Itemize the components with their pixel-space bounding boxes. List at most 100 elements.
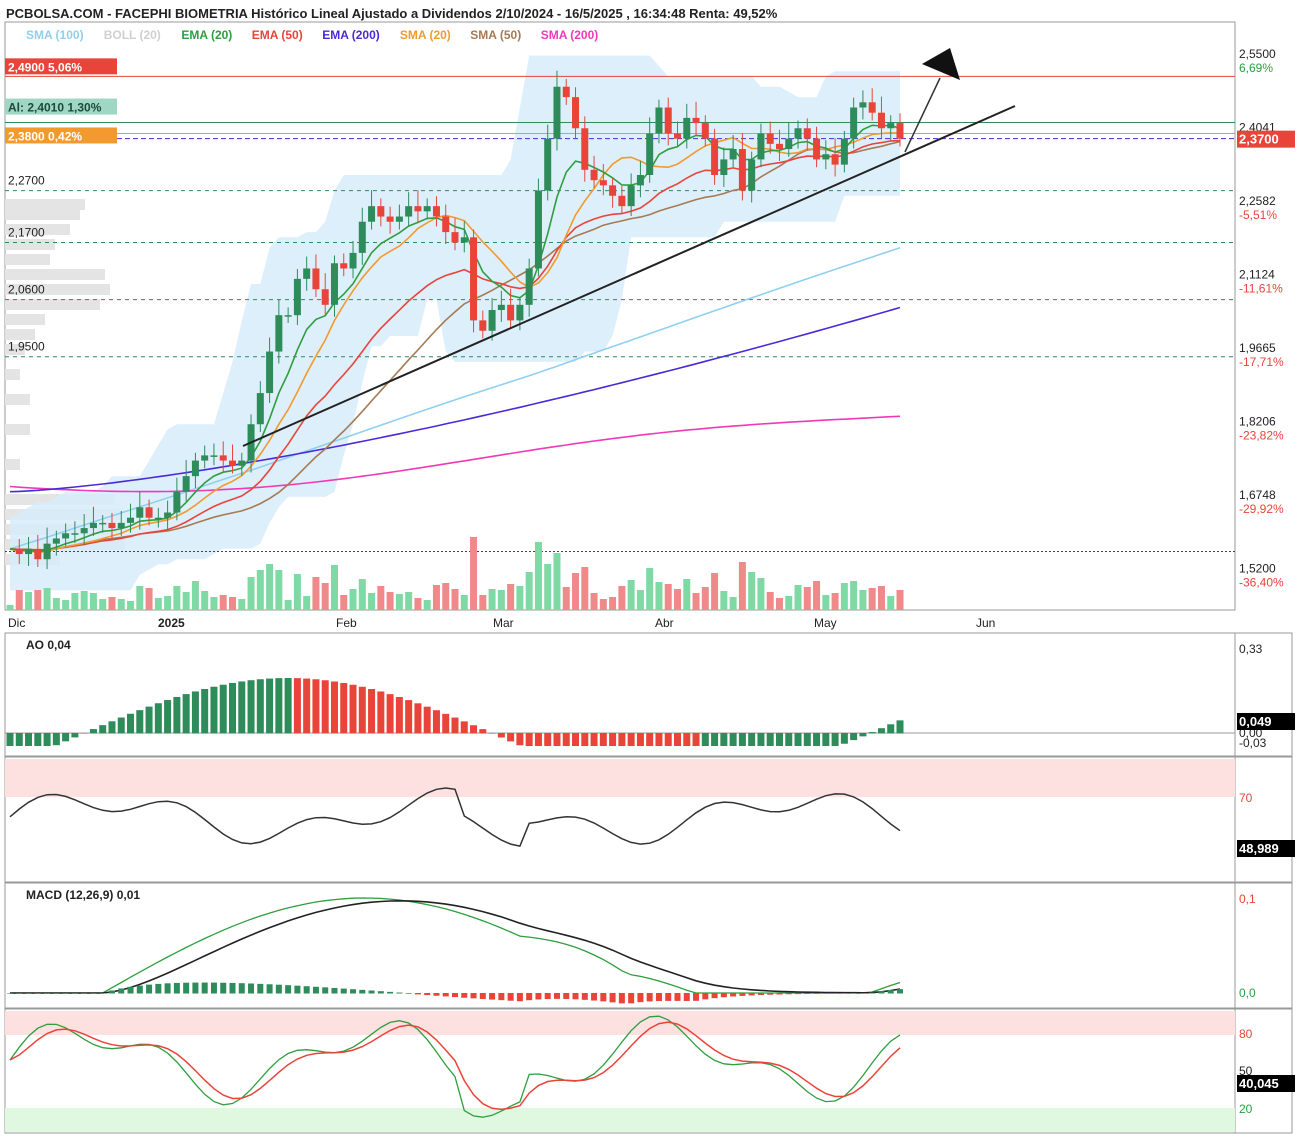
rsi-tick: 70: [1239, 791, 1253, 805]
volume-bar: [71, 593, 79, 610]
legend-item-sma20: SMA (20): [400, 28, 451, 42]
macd-histogram-bar: [34, 993, 41, 994]
support-level-label: 2,0600: [8, 283, 45, 297]
macd-histogram-bar: [693, 993, 700, 1001]
ao-bar: [831, 733, 839, 746]
volume-bar: [738, 562, 746, 610]
price-tag-label: 2,3800 0,42%: [8, 129, 82, 143]
candle-body: [757, 133, 765, 160]
macd-histogram-bar: [581, 993, 588, 1000]
ao-bar: [43, 733, 51, 746]
volume-bar: [340, 595, 348, 610]
ao-bar: [377, 691, 385, 734]
volume-bar: [803, 587, 811, 610]
volume-profile-bar: [5, 369, 20, 380]
panel-title-ao: AO 0,04: [26, 638, 71, 652]
macd-histogram-bar: [118, 988, 125, 994]
sto-overbought-zone: [5, 1011, 1235, 1035]
macd-histogram-bar: [526, 993, 533, 1001]
volume-profile-bar: [5, 269, 105, 280]
candle-body: [813, 138, 821, 160]
volume-bar: [405, 592, 413, 610]
candle-body: [368, 206, 376, 222]
ao-tick: -0,03: [1239, 736, 1267, 750]
volume-bar: [127, 601, 135, 610]
ao-bar: [599, 733, 607, 746]
volume-bar: [729, 597, 737, 610]
ao-bar: [674, 733, 681, 746]
rsi-last-label: 48,989: [1239, 841, 1279, 856]
candle-body: [293, 278, 301, 316]
ao-bar: [655, 733, 663, 746]
macd-histogram-bar: [887, 989, 894, 994]
macd-histogram-bar: [368, 990, 375, 994]
ao-bar: [442, 713, 450, 734]
volume-profile-bar: [5, 459, 20, 470]
volume-bar: [618, 586, 626, 610]
candle-body: [803, 128, 811, 139]
ao-bar: [182, 694, 190, 734]
volume-bar: [117, 599, 125, 610]
ao-bar: [609, 733, 617, 746]
candle-body: [238, 460, 246, 466]
x-axis-label: Feb: [336, 616, 357, 630]
macd-histogram-bar: [62, 993, 69, 994]
candle-body: [136, 507, 144, 518]
macd-histogram-bar: [192, 982, 199, 994]
x-axis-label: Dic: [8, 616, 25, 630]
volume-bar: [284, 600, 292, 610]
volume-bar: [368, 593, 376, 610]
macd-histogram-bar: [739, 993, 746, 996]
volume-bar: [395, 594, 403, 610]
rsi-overbought-zone: [5, 759, 1235, 797]
ao-last-label: 0,049: [1239, 714, 1272, 729]
ao-bar: [266, 678, 274, 734]
axis-price-label: 2,5500: [1239, 47, 1276, 61]
volume-bar: [136, 586, 144, 610]
candle-body: [887, 123, 895, 129]
volume-bar: [683, 579, 691, 610]
page-title: PCBOLSA.COM - FACEPHI BIOMETRIA Históric…: [6, 6, 778, 21]
macd-histogram-bar: [516, 993, 523, 1002]
sto-d-line: [9, 1021, 901, 1111]
volume-bar: [154, 598, 162, 610]
ao-bar: [238, 681, 246, 734]
ao-bar: [590, 733, 598, 746]
candle-body: [89, 522, 97, 529]
candle-body: [599, 180, 607, 186]
macd-histogram-bar: [461, 993, 468, 998]
macd-histogram-bar: [25, 993, 32, 994]
macd-histogram-bar: [674, 993, 681, 1001]
ao-bar: [432, 710, 440, 734]
macd-histogram-bar: [442, 993, 449, 997]
macd-signal-line: [10, 899, 901, 994]
ao-bar: [89, 729, 97, 734]
volume-bar: [711, 573, 719, 610]
candle-body: [127, 517, 135, 523]
ao-bar: [80, 733, 88, 734]
macd-histogram-bar: [340, 988, 347, 994]
candle-body: [711, 138, 719, 175]
volume-bar: [25, 592, 33, 610]
candle-body: [405, 206, 413, 217]
legend-item-boll: BOLL (20): [104, 28, 161, 42]
volume-bar: [525, 572, 533, 610]
chart-canvas: PCBOLSA.COM - FACEPHI BIOMETRIA Históric…: [4, 6, 1295, 1134]
volume-bar: [173, 586, 181, 610]
macd-tick: 0,1: [1239, 892, 1256, 906]
ao-bar: [71, 733, 79, 738]
candle-body: [340, 263, 348, 269]
macd-histogram-bar: [201, 982, 208, 994]
volume-bar: [210, 597, 218, 610]
volume-bar: [423, 600, 431, 610]
candle-body: [154, 517, 162, 520]
volume-bar: [43, 588, 51, 610]
candle-body: [330, 263, 338, 305]
candle-body: [25, 548, 33, 555]
arrow-head: [922, 48, 960, 80]
candle-body: [470, 237, 478, 321]
macd-histogram-bar: [155, 983, 162, 994]
volume-bar: [544, 564, 552, 610]
ao-bar: [868, 732, 876, 734]
macd-histogram-bar: [146, 984, 153, 994]
